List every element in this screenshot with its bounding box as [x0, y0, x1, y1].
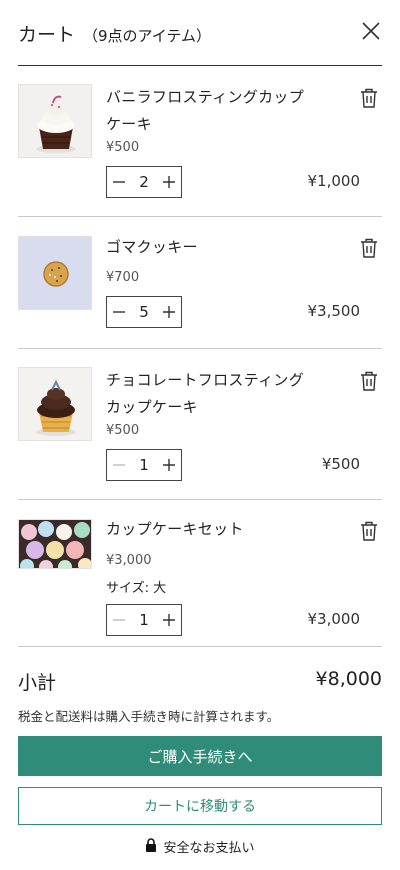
product-image-vanilla-cupcake[interactable] — [18, 84, 92, 158]
cart-item: バニラフロスティングカップケーキ ¥500 2 ¥1,000 — [18, 84, 382, 217]
trash-icon[interactable] — [360, 238, 378, 258]
plus-icon[interactable] — [157, 297, 181, 327]
cart-item: ゴマクッキー ¥700 5 ¥3,500 — [18, 236, 382, 349]
minus-icon[interactable] — [107, 605, 131, 635]
plus-icon[interactable] — [157, 450, 181, 480]
item-total: ¥3,000 — [307, 610, 361, 628]
item-unit-price: ¥500 — [106, 140, 140, 155]
product-image-sesame-cookie[interactable] — [18, 236, 92, 310]
minus-icon[interactable] — [107, 450, 131, 480]
item-total: ¥500 — [321, 455, 360, 473]
view-cart-button[interactable]: カートに移動する — [18, 787, 382, 825]
cart-item: カップケーキセット ¥3,000 サイズ: 大 1 ¥3,000 — [18, 519, 382, 647]
subtotal-value: ¥8,000 — [315, 668, 382, 690]
cart-title: カート （9点のアイテム） — [18, 20, 211, 47]
quantity-stepper: 1 — [106, 604, 182, 636]
quantity-value[interactable]: 1 — [131, 611, 157, 629]
item-unit-price: ¥700 — [106, 270, 140, 285]
plus-icon[interactable] — [157, 167, 181, 197]
item-name[interactable]: バニラフロスティングカップケーキ — [106, 84, 316, 138]
quantity-value[interactable]: 2 — [131, 173, 157, 191]
product-image-cupcake-set[interactable] — [18, 519, 92, 569]
trash-icon[interactable] — [360, 521, 378, 541]
cart-header: カート （9点のアイテム） — [18, 0, 382, 66]
item-option: サイズ: 大 — [106, 581, 167, 596]
quantity-stepper: 1 — [106, 449, 182, 481]
minus-icon[interactable] — [107, 297, 131, 327]
lock-icon — [145, 837, 157, 856]
secure-payment-label: 安全なお支払い — [163, 841, 255, 856]
checkout-button[interactable]: ご購入手続きへ — [18, 736, 382, 776]
item-name[interactable]: カップケーキセット — [106, 516, 316, 543]
tax-note: 税金と配送料は購入手続き時に計算されます。 — [18, 709, 280, 724]
subtotal-label: 小計 — [18, 672, 57, 694]
quantity-value[interactable]: 1 — [131, 456, 157, 474]
quantity-stepper: 5 — [106, 296, 182, 328]
item-unit-price: ¥500 — [106, 423, 140, 438]
trash-icon[interactable] — [360, 371, 378, 391]
product-image-chocolate-cupcake[interactable] — [18, 367, 92, 441]
close-icon[interactable] — [360, 20, 382, 42]
cart-item-count: （9点のアイテム） — [83, 27, 212, 45]
minus-icon[interactable] — [107, 167, 131, 197]
item-unit-price: ¥3,000 — [106, 553, 152, 568]
item-total: ¥3,500 — [307, 302, 361, 320]
cart-item: チョコレートフロスティングカップケーキ ¥500 1 ¥500 — [18, 367, 382, 500]
item-name[interactable]: チョコレートフロスティングカップケーキ — [106, 367, 316, 421]
quantity-stepper: 2 — [106, 166, 182, 198]
plus-icon[interactable] — [157, 605, 181, 635]
cart-title-text: カート — [18, 24, 76, 46]
item-total: ¥1,000 — [307, 172, 361, 190]
secure-payment: 安全なお支払い — [0, 837, 400, 856]
item-name[interactable]: ゴマクッキー — [106, 234, 316, 261]
trash-icon[interactable] — [360, 88, 378, 108]
quantity-value[interactable]: 5 — [131, 303, 157, 321]
